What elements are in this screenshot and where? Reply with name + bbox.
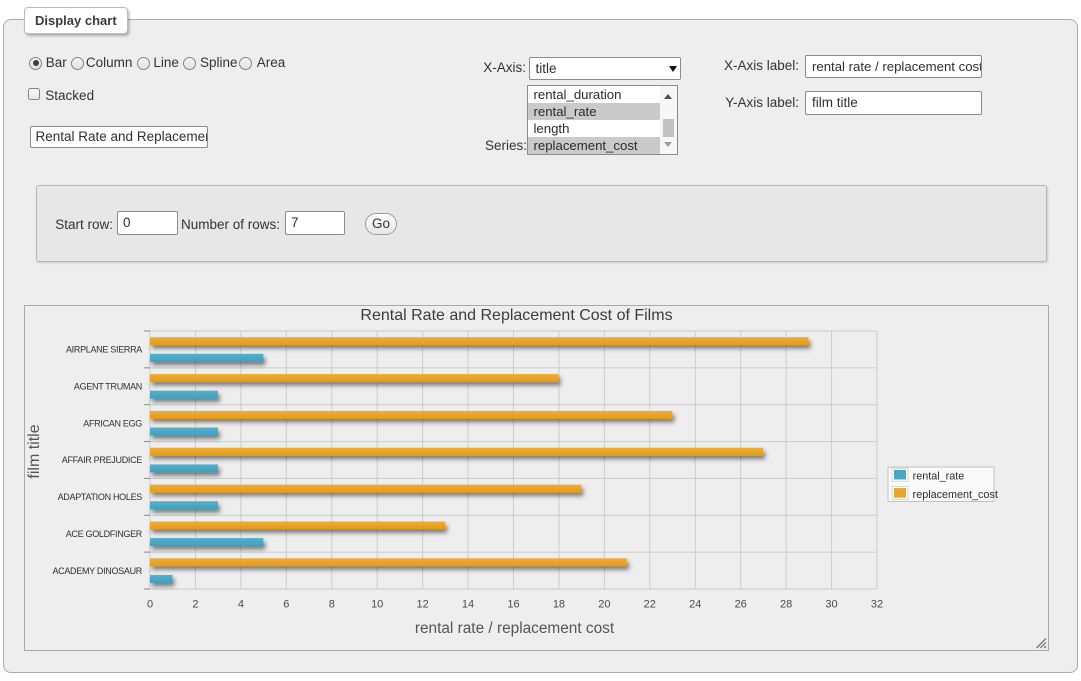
svg-text:replacement_cost: replacement_cost [913,489,998,501]
svg-text:28: 28 [780,599,792,611]
svg-text:24: 24 [689,599,701,611]
svg-text:AFFAIR PREJUDICE: AFFAIR PREJUDICE [62,455,143,465]
svg-text:10: 10 [371,599,383,611]
svg-text:12: 12 [416,599,428,611]
svg-text:rental rate / replacement cost: rental rate / replacement cost [415,620,615,637]
svg-text:ACADEMY DINOSAUR: ACADEMY DINOSAUR [52,566,142,576]
svg-text:20: 20 [598,599,610,611]
svg-text:ACE GOLDFINGER: ACE GOLDFINGER [66,529,143,539]
svg-text:rental_rate: rental_rate [913,471,965,483]
svg-text:0: 0 [147,599,153,611]
svg-text:16: 16 [507,599,519,611]
svg-text:18: 18 [553,599,565,611]
svg-text:ADAPTATION HOLES: ADAPTATION HOLES [58,492,143,502]
svg-text:26: 26 [735,599,747,611]
svg-text:22: 22 [644,599,656,611]
svg-text:2: 2 [192,599,198,611]
svg-text:Rental Rate and Replacement Co: Rental Rate and Replacement Cost of Film… [360,307,672,324]
svg-text:8: 8 [329,599,335,611]
svg-text:AFRICAN EGG: AFRICAN EGG [83,418,142,428]
svg-text:6: 6 [283,599,289,611]
svg-text:32: 32 [871,599,883,611]
svg-text:14: 14 [462,599,474,611]
svg-text:AIRPLANE SIERRA: AIRPLANE SIERRA [66,345,142,355]
svg-text:4: 4 [238,599,244,611]
svg-text:film title: film title [26,424,43,478]
svg-text:30: 30 [825,599,837,611]
svg-text:AGENT TRUMAN: AGENT TRUMAN [74,381,142,391]
